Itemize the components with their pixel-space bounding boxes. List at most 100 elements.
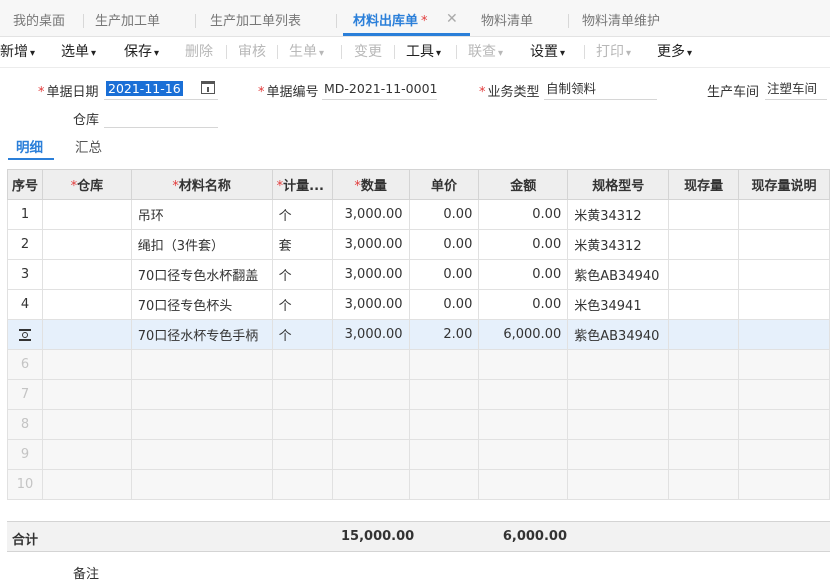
settings-button[interactable]: 设置 ▾ [530,37,565,67]
header-seq[interactable]: 序号 [6,169,44,200]
cell-amount[interactable]: 6,000.00 [478,319,569,350]
cell-spec[interactable]: 紫色AB34940 [567,319,670,350]
empty-cell[interactable] [567,409,670,440]
empty-cell[interactable] [331,379,410,410]
empty-cell[interactable] [567,349,670,380]
header-amount[interactable]: 金额 [478,169,569,200]
calendar-icon[interactable] [201,81,215,94]
empty-cell[interactable] [408,379,480,410]
table-row[interactable]: 2 绳扣（3件套） 套 3,000.00 0.00 0.00 米黄34312 [6,229,830,260]
cell-unit[interactable]: 个 [271,289,333,320]
cell-material[interactable]: 吊环 [130,199,273,230]
cell-unit[interactable]: 个 [271,199,333,230]
cell-price[interactable]: 0.00 [408,259,480,290]
cell-qty[interactable]: 3,000.00 [331,259,410,290]
empty-row[interactable]: 7 [6,379,830,410]
tools-button[interactable]: 工具 ▾ [406,37,441,67]
cell-warehouse[interactable] [42,199,132,230]
table-row-selected[interactable]: 70口径水杯专色手柄 个 3,000.00 2.00 6,000.00 紫色AB… [6,319,830,350]
empty-cell[interactable] [42,439,132,470]
empty-cell[interactable] [271,349,333,380]
select-button[interactable]: 选单 ▾ [61,37,96,67]
table-row[interactable]: 4 70口径专色杯头 个 3,000.00 0.00 0.00 米色34941 [6,289,830,320]
cell-amount[interactable]: 0.00 [478,289,569,320]
empty-cell[interactable] [331,349,410,380]
subtab-detail[interactable]: 明细 [16,136,43,156]
tab-bom[interactable]: 物料清单 [481,0,533,36]
empty-cell[interactable] [130,349,273,380]
empty-cell[interactable] [271,469,333,500]
empty-cell[interactable] [130,439,273,470]
empty-cell[interactable] [42,409,132,440]
empty-cell[interactable] [331,409,410,440]
header-unit[interactable]: *计量... [271,169,333,200]
empty-cell[interactable] [271,379,333,410]
empty-cell[interactable] [567,469,670,500]
empty-cell[interactable] [478,469,569,500]
number-field[interactable]: MD-2021-11-0001 [322,79,437,100]
cell-qty[interactable]: 3,000.00 [331,289,410,320]
cell-spec[interactable]: 米黄34312 [567,199,670,230]
tab-material-issue[interactable]: 材料出库单 * [353,0,428,36]
save-button[interactable]: 保存 ▾ [124,37,159,67]
empty-cell[interactable] [567,379,670,410]
cell-spec[interactable]: 米黄34312 [567,229,670,260]
generate-button[interactable]: 生单 ▾ [289,37,324,67]
header-material[interactable]: *材料名称 [130,169,273,200]
cell-amount[interactable]: 0.00 [478,199,569,230]
empty-cell[interactable] [478,349,569,380]
cell-price[interactable]: 0.00 [408,199,480,230]
query-button[interactable]: 联查 ▾ [468,37,503,67]
tab-production-order-list[interactable]: 生产加工单列表 [210,0,301,36]
cell-qty[interactable]: 3,000.00 [331,199,410,230]
tab-production-order[interactable]: 生产加工单 [95,0,160,36]
header-spec[interactable]: 规格型号 [567,169,670,200]
header-stock-note[interactable]: 现存量说明 [738,169,830,200]
empty-cell[interactable] [478,439,569,470]
empty-cell[interactable] [567,439,670,470]
row-seq[interactable] [6,319,44,350]
audit-button[interactable]: 审核 [238,37,266,67]
tab-my-desktop[interactable]: 我的桌面 [13,0,65,36]
delete-button[interactable]: 删除 [185,37,213,67]
tab-bom-maintenance[interactable]: 物料清单维护 [582,0,660,36]
biz-type-field[interactable]: 自制领料 [544,79,657,100]
header-qty[interactable]: *数量 [331,169,410,200]
cell-warehouse[interactable] [42,229,132,260]
empty-cell[interactable] [42,379,132,410]
empty-cell[interactable] [408,469,480,500]
cell-spec[interactable]: 米色34941 [567,289,670,320]
empty-row[interactable]: 10 [6,469,830,500]
more-button[interactable]: 更多 ▾ [657,37,692,67]
cell-material[interactable]: 70口径专色水杯翻盖 [130,259,273,290]
empty-cell[interactable] [130,379,273,410]
cell-price[interactable]: 0.00 [408,289,480,320]
empty-row[interactable]: 9 [6,439,830,470]
header-warehouse[interactable]: *仓库 [42,169,132,200]
cell-price[interactable]: 2.00 [408,319,480,350]
add-button[interactable]: 新增 ▾ [0,37,35,67]
print-button[interactable]: 打印 ▾ [596,37,631,67]
empty-cell[interactable] [478,409,569,440]
table-row[interactable]: 1 吊环 个 3,000.00 0.00 0.00 米黄34312 [6,199,830,230]
row-operation-icon[interactable] [19,328,31,341]
empty-row[interactable]: 6 [6,349,830,380]
warehouse-field[interactable] [104,107,218,128]
cell-warehouse[interactable] [42,259,132,290]
close-icon[interactable]: ✕ [446,11,458,27]
cell-warehouse[interactable] [42,319,132,350]
cell-material[interactable]: 70口径水杯专色手柄 [130,319,273,350]
empty-cell[interactable] [331,439,410,470]
workshop-field[interactable]: 注塑车间 [765,79,827,100]
cell-amount[interactable]: 0.00 [478,259,569,290]
empty-cell[interactable] [271,409,333,440]
empty-cell[interactable] [42,349,132,380]
cell-unit[interactable]: 套 [271,229,333,260]
cell-amount[interactable]: 0.00 [478,229,569,260]
cell-qty[interactable]: 3,000.00 [331,319,410,350]
cell-material[interactable]: 70口径专色杯头 [130,289,273,320]
empty-cell[interactable] [271,439,333,470]
empty-row[interactable]: 8 [6,409,830,440]
cell-unit[interactable]: 个 [271,319,333,350]
cell-unit[interactable]: 个 [271,259,333,290]
